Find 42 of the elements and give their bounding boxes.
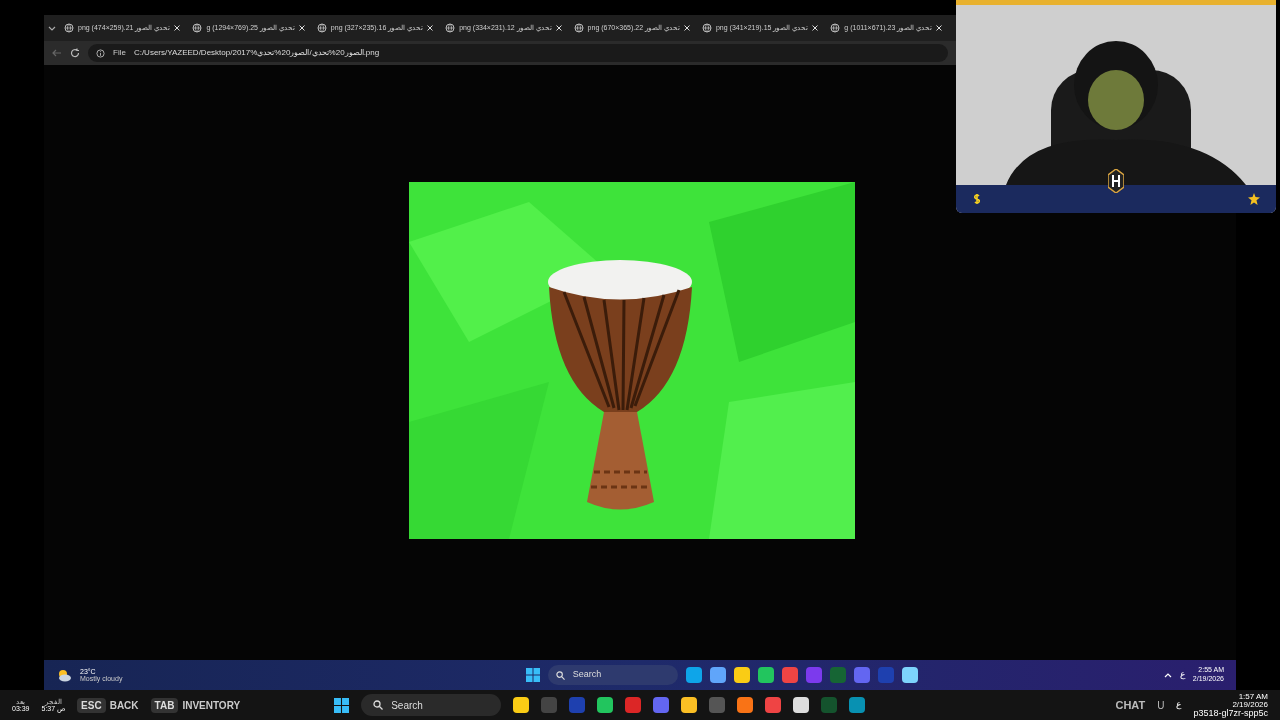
reload-icon[interactable] bbox=[70, 48, 80, 58]
key-action: BACK bbox=[109, 698, 139, 713]
chat-label: CHAT bbox=[1115, 697, 1146, 713]
close-icon[interactable] bbox=[174, 25, 181, 31]
close-icon[interactable] bbox=[427, 25, 434, 31]
search-field[interactable]: Search bbox=[547, 665, 678, 685]
shield-badge-icon bbox=[1108, 169, 1124, 193]
windows-icon[interactable] bbox=[334, 697, 350, 713]
back-icon[interactable] bbox=[52, 48, 62, 58]
search-icon bbox=[373, 700, 384, 710]
url-text: C:/Users/YAZEED/Desktop/2017%الصور20%تحدي/الصور20%تحدي.png bbox=[133, 47, 380, 59]
host-label: p3518-gl7zr-spp5c bbox=[1193, 708, 1268, 718]
weather-icon bbox=[56, 668, 72, 682]
clock-date: 2/19/2026 bbox=[1232, 700, 1268, 709]
chevron-down-icon[interactable] bbox=[48, 25, 56, 31]
chevron-up-icon[interactable] bbox=[1163, 672, 1172, 678]
language-indicator[interactable]: ع bbox=[1179, 668, 1185, 682]
globe-icon bbox=[192, 23, 203, 33]
globe-icon bbox=[830, 23, 841, 33]
key-action: INVENTORY bbox=[182, 698, 241, 713]
search-icon bbox=[555, 670, 565, 680]
dollar-icon bbox=[972, 193, 982, 205]
info-icon bbox=[96, 48, 105, 58]
star-icon bbox=[1248, 193, 1260, 205]
clock-time: 1:57 AM bbox=[1238, 692, 1268, 701]
windows-icon[interactable] bbox=[525, 668, 540, 682]
key-cap: TAB bbox=[150, 697, 179, 713]
language-indicator[interactable]: ع bbox=[1176, 698, 1182, 712]
globe-icon bbox=[445, 23, 456, 33]
search-field[interactable]: Search bbox=[361, 694, 502, 716]
user-count: U bbox=[1157, 698, 1165, 713]
close-icon[interactable] bbox=[298, 25, 305, 31]
globe-icon bbox=[701, 23, 712, 33]
globe-icon bbox=[316, 23, 327, 33]
close-icon[interactable] bbox=[936, 25, 943, 31]
globe-icon bbox=[573, 23, 584, 33]
close-icon[interactable] bbox=[555, 25, 562, 31]
globe-icon bbox=[64, 23, 74, 33]
key-cap: ESC bbox=[77, 697, 106, 713]
close-icon[interactable] bbox=[812, 25, 819, 31]
scheme-label: File bbox=[113, 47, 126, 59]
close-icon[interactable] bbox=[683, 25, 690, 31]
